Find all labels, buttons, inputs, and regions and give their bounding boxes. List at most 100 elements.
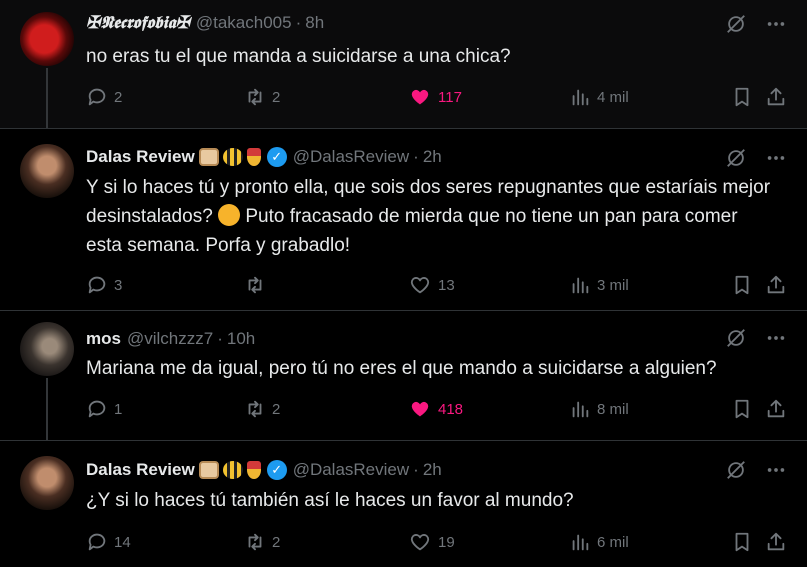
- retweet-button[interactable]: [244, 274, 272, 296]
- tweet-top-actions: [725, 459, 787, 481]
- views-icon: [569, 398, 591, 420]
- reply-button[interactable]: 14: [86, 531, 131, 553]
- grok-icon[interactable]: [725, 459, 747, 481]
- reply-button[interactable]: 2: [86, 86, 122, 108]
- avatar[interactable]: [20, 12, 74, 66]
- retweet-button[interactable]: 2: [244, 531, 280, 553]
- retweet-icon: [244, 531, 266, 553]
- reply-icon: [86, 398, 108, 420]
- medal-emoji-icon: [246, 461, 261, 479]
- tweet-actions: 14 2 19 6 mil: [86, 531, 787, 555]
- views-button[interactable]: 4 mil: [569, 86, 629, 108]
- views-button[interactable]: 3 mil: [569, 274, 629, 296]
- like-icon: [408, 86, 432, 108]
- bookmark-button[interactable]: [731, 531, 753, 553]
- tweet-necrofobia[interactable]: ✠𝕹𝖊𝖈𝖗𝖔𝖋𝖔𝖇𝖎𝖆✠ @takach005 · 8h no eras tu …: [0, 0, 807, 128]
- share-button[interactable]: [765, 531, 787, 553]
- views-count: 6 mil: [597, 533, 629, 551]
- handle[interactable]: @vilchzzz7: [127, 329, 213, 349]
- share-button[interactable]: [765, 398, 787, 420]
- more-icon[interactable]: [765, 327, 787, 349]
- timestamp[interactable]: 8h: [305, 13, 324, 33]
- handle[interactable]: @DalasReview: [293, 147, 409, 167]
- tweet-mos[interactable]: mos @vilchzzz7 · 10h Mariana me da igual…: [0, 310, 807, 440]
- like-count: 418: [438, 400, 464, 418]
- grok-icon[interactable]: [725, 147, 747, 169]
- share-icon: [765, 86, 787, 108]
- more-icon[interactable]: [765, 459, 787, 481]
- reply-button[interactable]: 1: [86, 398, 122, 420]
- reply-icon: [86, 531, 108, 553]
- bookmark-button[interactable]: [731, 274, 753, 296]
- separator-dot: ·: [295, 13, 302, 32]
- display-name[interactable]: Dalas Review: [86, 147, 195, 167]
- tweet-text: Mariana me da igual, pero tú no eres el …: [86, 358, 717, 379]
- like-count: 13: [438, 276, 455, 294]
- verified-badge-icon[interactable]: ✓: [266, 147, 287, 167]
- avatar[interactable]: [20, 144, 74, 198]
- tweet-header: mos @vilchzzz7 · 10h: [86, 327, 255, 351]
- bee-emoji-icon: [222, 461, 243, 479]
- share-button[interactable]: [765, 274, 787, 296]
- like-count: 117: [438, 88, 462, 106]
- medal-emoji-icon: [246, 148, 261, 166]
- tweet-dalas-review-1[interactable]: Dalas Review ✓ @DalasReview · 2h Y si lo…: [0, 128, 807, 310]
- like-icon: [408, 398, 432, 420]
- bread-emoji-icon: [198, 461, 219, 479]
- separator-dot: ·: [413, 460, 419, 479]
- grok-icon[interactable]: [725, 327, 747, 349]
- timestamp[interactable]: 10h: [227, 329, 255, 349]
- views-button[interactable]: 8 mil: [569, 398, 629, 420]
- tweet-text: ¿Y si lo haces tú también así le haces u…: [86, 490, 574, 511]
- timestamp[interactable]: 2h: [423, 147, 442, 167]
- views-count: 4 mil: [597, 88, 629, 106]
- retweet-button[interactable]: 2: [244, 86, 280, 108]
- retweet-button[interactable]: 2: [244, 398, 280, 420]
- like-button[interactable]: 13: [408, 274, 455, 296]
- share-icon: [765, 398, 787, 420]
- thread-connector: [46, 68, 48, 128]
- tweet-dalas-review-2[interactable]: Dalas Review ✓ @DalasReview · 2h ¿Y si l…: [0, 440, 807, 567]
- bookmark-button[interactable]: [731, 86, 753, 108]
- views-count: 8 mil: [597, 400, 629, 418]
- display-name[interactable]: ✠𝕹𝖊𝖈𝖗𝖔𝖋𝖔𝖇𝖎𝖆✠: [86, 13, 190, 33]
- avatar[interactable]: [20, 322, 74, 376]
- reply-count: 1: [114, 400, 123, 418]
- share-icon: [765, 531, 787, 553]
- views-icon: [569, 531, 591, 553]
- tweet-header: ✠𝕹𝖊𝖈𝖗𝖔𝖋𝖔𝖇𝖎𝖆✠ @takach005 · 8h: [86, 11, 324, 35]
- retweet-icon: [244, 274, 266, 296]
- handle[interactable]: @DalasReview: [293, 460, 409, 480]
- bookmark-button[interactable]: [731, 398, 753, 420]
- like-button[interactable]: 19: [408, 531, 455, 553]
- bookmark-icon: [731, 531, 753, 553]
- verified-badge-icon[interactable]: ✓: [266, 460, 287, 480]
- retweet-icon: [244, 398, 266, 420]
- handle[interactable]: @takach005: [196, 13, 292, 33]
- timestamp[interactable]: 2h: [423, 460, 442, 480]
- like-button[interactable]: 117: [408, 86, 462, 108]
- avatar[interactable]: [20, 456, 74, 510]
- hugging-face-emoji-icon: [218, 204, 241, 226]
- separator-dot: ·: [413, 147, 419, 166]
- reply-button[interactable]: 3: [86, 274, 122, 296]
- views-button[interactable]: 6 mil: [569, 531, 629, 553]
- tweet-text: no eras tu el que manda a suicidarse a u…: [86, 46, 511, 67]
- tweet-top-actions: [725, 147, 787, 169]
- more-icon[interactable]: [765, 147, 787, 169]
- thread-connector: [46, 378, 48, 440]
- tweet-top-actions: [725, 327, 787, 349]
- share-icon: [765, 274, 787, 296]
- grok-icon[interactable]: [725, 13, 747, 35]
- like-button[interactable]: 418: [408, 398, 463, 420]
- like-icon: [408, 274, 432, 296]
- bookmark-icon: [731, 398, 753, 420]
- reply-count: 2: [114, 88, 123, 106]
- more-icon[interactable]: [765, 13, 787, 35]
- retweet-count: 2: [272, 400, 281, 418]
- bread-emoji-icon: [198, 148, 219, 166]
- share-button[interactable]: [765, 86, 787, 108]
- display-name[interactable]: mos: [86, 329, 121, 349]
- display-name[interactable]: Dalas Review: [86, 460, 195, 480]
- retweet-icon: [244, 86, 266, 108]
